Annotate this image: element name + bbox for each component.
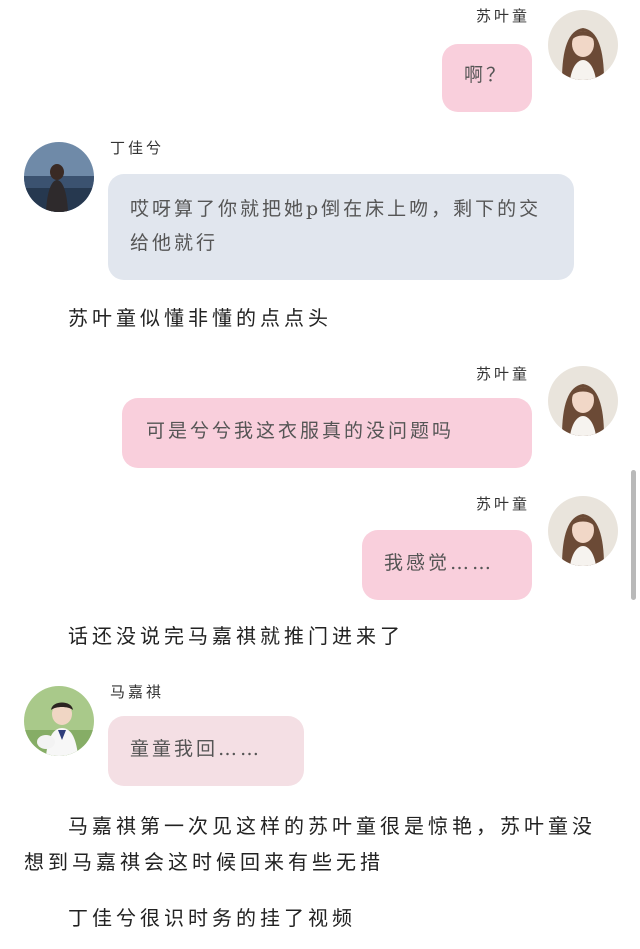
narration-text: 丁佳兮很识时务的挂了视频 <box>68 906 356 930</box>
avatar-suyetong[interactable] <box>548 366 618 436</box>
message-bubble: 啊？ <box>442 44 532 112</box>
avatar-image <box>24 142 94 212</box>
avatar-majiaqi[interactable] <box>24 686 94 756</box>
scrollbar[interactable] <box>631 470 636 600</box>
message-bubble: 哎呀算了你就把她p倒在床上吻，剩下的交给他就行 <box>108 174 574 280</box>
avatar-image <box>548 496 618 566</box>
avatar-dingjiaxi[interactable] <box>24 142 94 212</box>
narration-text: 苏叶童似懂非懂的点点头 <box>68 306 332 330</box>
avatar-image <box>548 10 618 80</box>
narration-text: 马嘉祺第一次见这样的苏叶童很是惊艳，苏叶童没想到马嘉祺会这时候回来有些无措 <box>24 814 596 874</box>
avatar-image <box>24 686 94 756</box>
avatar-image <box>548 366 618 436</box>
sender-name: 苏叶童 <box>475 365 530 383</box>
message-bubble: 童童我回…… <box>108 716 304 786</box>
avatar-suyetong[interactable] <box>548 496 618 566</box>
message-bubble: 我感觉…… <box>362 530 532 600</box>
narration-text: 话还没说完马嘉祺就推门进来了 <box>68 624 404 648</box>
sender-name: 苏叶童 <box>475 495 530 513</box>
message-bubble: 可是兮兮我这衣服真的没问题吗 <box>122 398 532 468</box>
sender-name: 马嘉祺 <box>110 683 165 701</box>
sender-name: 苏叶童 <box>475 7 530 25</box>
sender-name: 丁佳兮 <box>110 139 165 157</box>
avatar-suyetong[interactable] <box>548 10 618 80</box>
